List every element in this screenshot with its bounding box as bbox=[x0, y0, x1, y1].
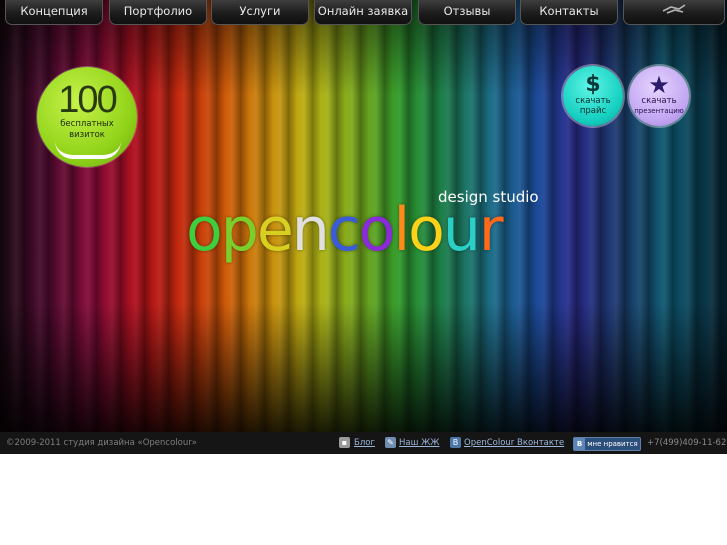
tools-icon bbox=[661, 1, 687, 20]
footer-link-livejournal[interactable]: Наш ЖЖ bbox=[399, 438, 439, 448]
vk-icon: В bbox=[450, 437, 461, 448]
nav-item-portfolio[interactable]: Портфолио bbox=[109, 0, 207, 25]
logo-letter: p bbox=[220, 195, 259, 265]
swoosh-decoration bbox=[55, 141, 121, 159]
logo-letter: l bbox=[393, 195, 410, 265]
footer-link-vkontakte[interactable]: OpenColour Вконтакте bbox=[464, 438, 564, 448]
download-price-label-2: прайс bbox=[579, 106, 607, 116]
nav-item-services[interactable]: Услуги bbox=[211, 0, 309, 25]
nav-item-label: Контакты bbox=[539, 4, 599, 18]
logo-letter: o bbox=[358, 195, 396, 265]
star-icon: ★ bbox=[648, 71, 670, 99]
download-presentation-label-2: презентацию bbox=[634, 107, 684, 115]
nav-item-label: Отзывы bbox=[443, 4, 491, 18]
logo-letter: c bbox=[327, 195, 361, 265]
promo-line-2: визиток bbox=[69, 130, 105, 140]
download-presentation-label-1: скачать bbox=[641, 96, 677, 106]
vk-like-icon: В bbox=[574, 438, 585, 450]
nav-item-label: Портфолио bbox=[123, 4, 193, 18]
download-price-button[interactable]: $ скачать прайс bbox=[563, 66, 623, 126]
top-navigation: Концепция Портфолио Услуги Онлайн заявка… bbox=[0, 0, 727, 26]
promo-line-1: бесплатных bbox=[60, 119, 114, 129]
logo-letter: o bbox=[186, 195, 223, 265]
logo-letter: r bbox=[478, 195, 504, 265]
download-price-label-1: скачать bbox=[575, 96, 611, 106]
vk-like-label: мне нравится bbox=[587, 440, 638, 448]
copyright-text: ©2009-2011 студия дизайна «Opencolour» bbox=[6, 438, 197, 448]
download-presentation-button[interactable]: ★ скачать презентацию bbox=[629, 66, 689, 126]
nav-item-label: Онлайн заявка bbox=[317, 4, 409, 18]
nav-item-reviews[interactable]: Отзывы bbox=[418, 0, 516, 25]
livejournal-icon: ✎ bbox=[385, 437, 396, 448]
hero-background: Концепция Портфолио Услуги Онлайн заявка… bbox=[0, 0, 727, 432]
footer-bar: ©2009-2011 студия дизайна «Opencolour» ▪… bbox=[0, 432, 727, 454]
nav-item-online-order[interactable]: Онлайн заявка bbox=[314, 0, 412, 25]
dollar-icon: $ bbox=[585, 72, 601, 97]
free-business-cards-badge[interactable]: 100 бесплатных визиток bbox=[37, 67, 137, 167]
nav-item-concept[interactable]: Концепция bbox=[5, 0, 103, 25]
logo-letter: o bbox=[408, 195, 445, 265]
vk-like-button[interactable]: В мне нравится bbox=[573, 437, 641, 451]
nav-item-tools[interactable] bbox=[623, 0, 725, 25]
opencolour-logo[interactable]: opencolour bbox=[186, 200, 504, 260]
logo-letter: n bbox=[291, 195, 330, 265]
phone-number: +7(499)409-11-62 bbox=[647, 438, 727, 448]
promo-number: 100 bbox=[58, 79, 117, 121]
chat-icon: ▪ bbox=[339, 437, 350, 448]
nav-item-contacts[interactable]: Контакты bbox=[520, 0, 618, 25]
logo-letter: u bbox=[442, 195, 481, 265]
logo-letter: e bbox=[256, 195, 294, 265]
footer-link-blog[interactable]: Блог bbox=[354, 438, 375, 448]
nav-item-label: Концепция bbox=[20, 4, 88, 18]
nav-item-label: Услуги bbox=[239, 4, 281, 18]
